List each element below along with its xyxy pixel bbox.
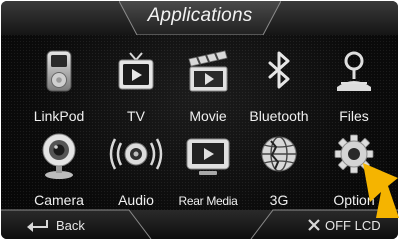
return-arrow-icon (27, 220, 48, 232)
app-movie[interactable]: Movie (173, 45, 243, 125)
app-label: LinkPod (33, 108, 85, 124)
ipod-icon (46, 50, 72, 92)
app-3g[interactable]: 3G (244, 129, 314, 209)
screen: Applications LinkPod TV Movie Bluetooth … (1, 1, 398, 239)
back-label: Back (56, 217, 85, 233)
globe-icon (261, 136, 297, 172)
off-lcd-button[interactable]: OFF LCD (307, 216, 381, 234)
app-label: Files (339, 108, 369, 124)
app-tv[interactable]: TV (101, 45, 171, 125)
tv-icon (118, 52, 154, 90)
close-x-icon (308, 219, 320, 231)
app-linkpod[interactable]: LinkPod (24, 45, 94, 125)
page-title: Applications (147, 5, 253, 26)
app-rear-media[interactable]: Rear Media (173, 129, 243, 209)
speaker-icon (109, 138, 163, 170)
webcam-icon (42, 133, 76, 179)
app-camera[interactable]: Camera (24, 129, 94, 209)
app-label: Bluetooth (249, 108, 309, 124)
person-icon (337, 51, 371, 91)
app-files[interactable]: Files (319, 45, 389, 125)
bluetooth-icon (268, 51, 290, 89)
app-audio[interactable]: Audio (101, 129, 171, 209)
app-bluetooth[interactable]: Bluetooth (244, 45, 314, 125)
clapperboard-icon (188, 50, 228, 92)
monitor-icon (186, 138, 230, 175)
off-lcd-label: OFF LCD (325, 217, 381, 233)
pointer-arrow-icon (363, 163, 399, 218)
back-button[interactable]: Back (25, 216, 85, 234)
